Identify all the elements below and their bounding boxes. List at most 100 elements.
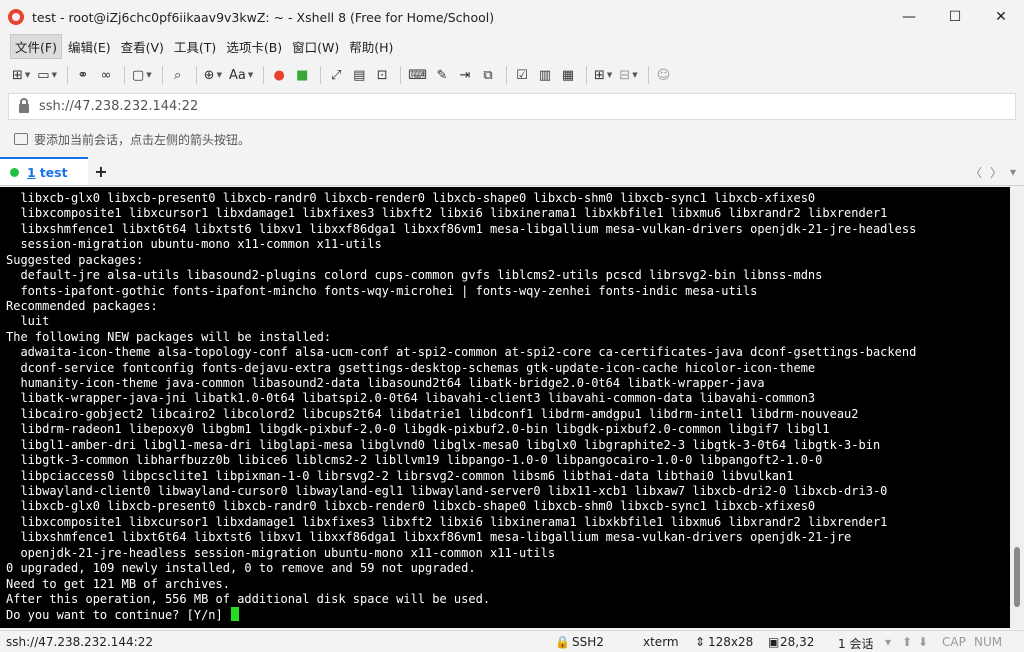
toolbar-divider: [320, 66, 322, 84]
toolbar-divider: [505, 66, 507, 84]
terminal-line: humanity-icon-theme java-common libasoun…: [6, 376, 765, 391]
tab-test[interactable]: 1 test: [0, 157, 88, 185]
terminal-line: luit: [6, 314, 50, 329]
status-protocol: SSH2: [572, 635, 604, 649]
terminal-line: libatk-wrapper-java-jni libatk1.0-0t64 l…: [6, 391, 816, 406]
menu-bar: 文件(F) 编辑(E) 查看(V) 工具(T) 选项卡(B) 窗口(W) 帮助(…: [0, 33, 1024, 59]
terminal-line: Need to get 121 MB of archives.: [6, 576, 230, 591]
lock-icon[interactable]: ⊡: [372, 64, 392, 86]
status-cursor-pos: 28,32: [780, 635, 815, 649]
keyboard-icon[interactable]: ⌨: [406, 64, 429, 86]
terminal-scrollbar[interactable]: [1010, 187, 1024, 628]
font-label: Aa: [228, 67, 246, 83]
session-up-icon[interactable]: ⬆: [902, 635, 912, 649]
connected-status-icon: [10, 167, 19, 177]
new-tab-button[interactable]: +: [88, 157, 114, 185]
close-button[interactable]: ✕: [978, 0, 1024, 34]
terminal-line: adwaita-icon-theme alsa-topology-conf al…: [6, 345, 917, 360]
menu-file[interactable]: 文件(F): [10, 33, 62, 59]
terminal-line: libxcb-glx0 libxcb-present0 libxcb-randr…: [6, 191, 816, 205]
terminal-output[interactable]: libxcb-glx0 libxcb-present0 libxcb-randr…: [0, 187, 1010, 628]
tab-menu-button[interactable]: ▾: [1010, 165, 1016, 179]
multi-icon[interactable]: ▥: [535, 64, 555, 86]
menu-window[interactable]: 窗口(W): [288, 35, 343, 58]
terminal-line: libxshmfence1 libxt6t64 libxtst6 libxv1 …: [6, 221, 917, 236]
terminal-line: libdrm-radeon1 libepoxy0 libgbm1 libgdk-…: [6, 422, 830, 437]
terminal-line: The following NEW packages will be insta…: [6, 329, 332, 344]
xshell-icon[interactable]: ●: [269, 64, 289, 86]
new-session-icon[interactable]: ⊞ ▼: [10, 64, 32, 86]
session-hint-bar: 要添加当前会话，点击左侧的箭头按钮。: [0, 126, 1024, 152]
tab-add-icon[interactable]: ⊞ ▼: [592, 64, 614, 86]
xshell-logo-icon: [8, 9, 24, 25]
terminal-line: Recommended packages:: [6, 298, 158, 313]
terminal-line: session-migration ubuntu-mono x11-common…: [6, 237, 382, 252]
tab-prev-button[interactable]: 〈: [970, 164, 982, 181]
window-title: test - root@iZj6chc0pf6iikaav9v3kwZ: ~ -…: [32, 9, 495, 25]
toolbar-divider: [263, 66, 265, 84]
globe-icon[interactable]: ⊕ ▼: [202, 64, 224, 86]
tab-next-button[interactable]: 〉: [990, 164, 1002, 181]
font-icon[interactable]: Aa ▼: [227, 64, 255, 86]
unlink-icon[interactable]: ∞: [96, 64, 116, 86]
toolbar-divider: [647, 66, 649, 84]
link-icon[interactable]: ⚭: [73, 64, 93, 86]
terminal-line: openjdk-21-jre-headless session-migratio…: [6, 545, 556, 560]
session-down-icon[interactable]: ⬇: [918, 635, 928, 649]
cursor-pos-icon: ▣: [768, 635, 780, 649]
toolbar-divider: [161, 66, 163, 84]
terminal-line: libwayland-client0 libwayland-cursor0 li…: [6, 484, 888, 499]
status-term: xterm: [643, 635, 679, 649]
fullscreen-icon[interactable]: ⤢: [326, 64, 346, 86]
lock-icon: [19, 97, 29, 113]
status-size: 128x28: [708, 635, 754, 649]
toolbar-divider: [66, 66, 68, 84]
toolbar: ⊞ ▼ ▭ ▼ ⚭ ∞ ▢ ▼ ⌕ ⊕ ▼ Aa ▼ ● ■ ⤢ ▤ ⊡ ⌨ ✎ ⇥ ⧉ …: [0, 60, 1024, 90]
status-connection: ssh://47.238.232.144:22: [6, 635, 153, 649]
menu-tab[interactable]: 选项卡(B): [222, 35, 286, 58]
status-lock-icon: 🔒: [555, 635, 570, 649]
menu-tools[interactable]: 工具(T): [170, 35, 220, 58]
minimize-button[interactable]: —: [886, 0, 932, 34]
size-icon: ⇕: [695, 635, 706, 649]
terminal-line: libxcomposite1 libxcursor1 libxdamage1 l…: [6, 206, 888, 221]
compose-icon[interactable]: ☑: [512, 64, 532, 86]
split-icon[interactable]: ⊟ ▼: [617, 64, 639, 86]
terminal-line: After this operation, 556 MB of addition…: [6, 591, 491, 606]
terminal-line: libxshmfence1 libxt6t64 libxtst6 libxv1 …: [6, 530, 852, 545]
tab-navigation: 〈 〉 ▾: [966, 158, 1020, 186]
help-icon[interactable]: ☺: [654, 64, 674, 86]
terminal-line: libxcb-glx0 libxcb-present0 libxcb-randr…: [6, 499, 816, 514]
title-bar: test - root@iZj6chc0pf6iikaav9v3kwZ: ~ -…: [0, 0, 1024, 34]
folder-icon[interactable]: ▭ ▼: [35, 64, 59, 86]
toolbar-divider: [585, 66, 587, 84]
session-arrow-icon[interactable]: [14, 133, 28, 145]
transparency-icon[interactable]: ▤: [349, 64, 369, 86]
status-cap: CAP: [942, 635, 966, 649]
menu-edit[interactable]: 编辑(E): [64, 35, 115, 58]
terminal-line: libpciaccess0 libpcsclite1 libpixman-1-0…: [6, 468, 794, 483]
layout-icon[interactable]: ▦: [558, 64, 578, 86]
status-bar: ssh://47.238.232.144:22 🔒 SSH2 xterm ⇕ 1…: [0, 630, 1024, 652]
pen-icon[interactable]: ✎: [432, 64, 452, 86]
address-bar[interactable]: ssh://47.238.232.144:22: [8, 93, 1016, 120]
xftp-icon[interactable]: ■: [292, 64, 312, 86]
scrollbar-thumb[interactable]: [1014, 547, 1020, 607]
terminal-line: Suggested packages:: [6, 252, 144, 267]
toolbar-divider: [123, 66, 125, 84]
maximize-button[interactable]: ☐: [932, 0, 978, 34]
toolbar-divider: [195, 66, 197, 84]
status-num: NUM: [974, 635, 1003, 649]
script-icon[interactable]: ⧉: [478, 64, 498, 86]
hint-text: 要添加当前会话，点击左侧的箭头按钮。: [34, 132, 251, 147]
send-icon[interactable]: ⇥: [455, 64, 475, 86]
terminal-cursor: [230, 607, 239, 622]
menu-help[interactable]: 帮助(H): [345, 35, 397, 58]
address-input[interactable]: ssh://47.238.232.144:22: [39, 99, 198, 114]
terminal-line: 0 upgraded, 109 newly installed, 0 to re…: [6, 561, 476, 576]
search-icon[interactable]: ⌕: [168, 64, 188, 86]
screen-icon[interactable]: ▢ ▼: [130, 64, 154, 86]
terminal-line: libgl1-amber-dri libgl1-mesa-dri libglap…: [6, 437, 881, 452]
session-menu-icon[interactable]: ▾: [885, 635, 891, 649]
menu-view[interactable]: 查看(V): [117, 35, 168, 58]
